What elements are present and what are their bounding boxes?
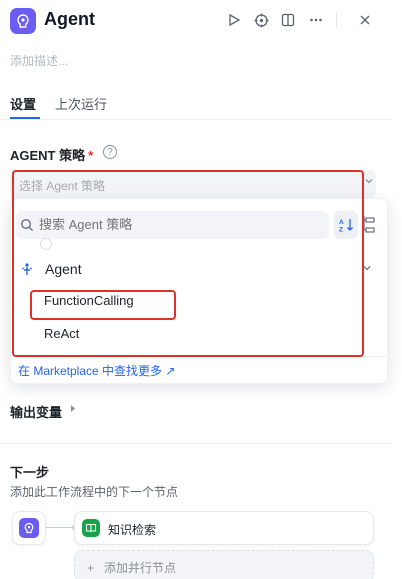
node-title[interactable]: Agent: [44, 9, 95, 30]
book-icon: [82, 519, 100, 537]
locate-icon[interactable]: [251, 10, 271, 30]
section-divider: [0, 443, 392, 444]
description-field[interactable]: 添加描述...: [10, 52, 68, 69]
next-step-description: 添加此工作流程中的下一个节点: [10, 485, 179, 499]
run-icon[interactable]: [224, 10, 244, 30]
annotation-box-functioncalling: [30, 290, 176, 320]
next-node-label: 知识检索: [108, 523, 157, 537]
annotation-box-dropdown: [12, 170, 364, 357]
current-node-block: [12, 511, 46, 545]
header-divider: [336, 12, 337, 28]
agent-node-icon: [10, 8, 36, 34]
marketplace-link[interactable]: 在 Marketplace 中查找更多 ↗: [18, 362, 175, 379]
next-step-title: 下一步: [10, 465, 50, 480]
add-parallel-node-label: + 添加并行节点: [87, 561, 177, 575]
tab-settings[interactable]: 设置: [10, 94, 36, 113]
split-view-icon[interactable]: [278, 10, 298, 30]
tab-last-run[interactable]: 上次运行: [55, 94, 107, 113]
help-icon[interactable]: ?: [103, 145, 117, 159]
chevron-right-icon[interactable]: [69, 404, 77, 415]
node-connector: [46, 527, 72, 528]
tree-view-icon[interactable]: [362, 214, 376, 236]
tabs-divider: [0, 119, 392, 120]
required-mark: *: [88, 148, 94, 163]
output-variables-label[interactable]: 输出变量: [10, 402, 62, 421]
more-icon[interactable]: [306, 10, 326, 30]
chevron-down-icon: [364, 176, 374, 189]
close-icon[interactable]: [355, 10, 375, 30]
plus-icon: +: [87, 561, 95, 575]
agent-node-icon: [19, 518, 39, 538]
strategy-label: AGENT 策略 *: [10, 148, 94, 163]
